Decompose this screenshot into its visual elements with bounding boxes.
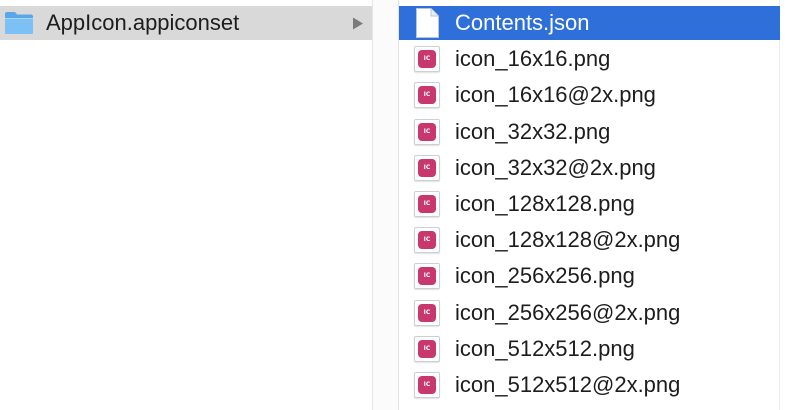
file-name: icon_16x16@2x.png — [455, 82, 656, 107]
png-image-icon: IC — [414, 372, 440, 398]
app-icon-thumbnail: IC — [418, 195, 436, 213]
png-image-icon: IC — [414, 155, 440, 181]
app-icon-thumbnail: IC — [418, 267, 436, 285]
file-row[interactable]: IC icon_512x512@2x.png — [399, 368, 780, 402]
file-name: icon_512x512.png — [455, 336, 635, 361]
file-row[interactable]: IC icon_256x256.png — [399, 259, 780, 293]
file-row[interactable]: IC icon_512x512.png — [399, 332, 780, 366]
png-image-icon: IC — [414, 46, 440, 72]
png-image-icon: IC — [414, 263, 440, 289]
app-icon-thumbnail: IC — [418, 340, 436, 358]
png-image-icon: IC — [414, 191, 440, 217]
png-image-icon: IC — [414, 336, 440, 362]
file-name: icon_32x32@2x.png — [455, 155, 656, 180]
app-icon-thumbnail: IC — [418, 159, 436, 177]
file-name: icon_512x512@2x.png — [455, 372, 681, 397]
file-row[interactable]: IC icon_32x32.png — [399, 115, 780, 149]
json-document-icon — [415, 8, 439, 38]
file-name: icon_256x256@2x.png — [455, 300, 681, 325]
contents-column: Contents.json IC icon_16x16.png IC icon_16x1… — [399, 0, 792, 410]
file-name: icon_128x128.png — [455, 191, 635, 216]
app-icon-thumbnail: IC — [418, 50, 436, 68]
column-divider — [372, 0, 373, 410]
finder-column-view: AppIcon.appiconset Contents.json IC icon_1… — [0, 0, 792, 410]
folder-name: AppIcon.appiconset — [46, 10, 240, 35]
app-icon-thumbnail: IC — [418, 123, 436, 141]
column-resize-area[interactable] — [372, 0, 400, 410]
file-name: icon_256x256.png — [455, 263, 635, 288]
scroll-track[interactable] — [779, 0, 792, 410]
app-icon-thumbnail: IC — [418, 231, 436, 249]
disclosure-triangle-icon — [352, 17, 364, 30]
file-name: Contents.json — [455, 10, 590, 35]
app-icon-thumbnail: IC — [418, 304, 436, 322]
parent-column: AppIcon.appiconset — [0, 0, 372, 410]
file-row[interactable]: IC icon_32x32@2x.png — [399, 151, 780, 185]
app-icon-thumbnail: IC — [418, 86, 436, 104]
file-row[interactable]: IC icon_16x16@2x.png — [399, 78, 780, 112]
png-image-icon: IC — [414, 227, 440, 253]
png-image-icon: IC — [414, 300, 440, 326]
file-name: icon_16x16.png — [455, 46, 611, 71]
file-name: icon_32x32.png — [455, 119, 611, 144]
png-image-icon: IC — [414, 82, 440, 108]
file-row[interactable]: IC icon_128x128@2x.png — [399, 223, 780, 257]
file-row[interactable]: IC icon_16x16.png — [399, 42, 780, 76]
file-row[interactable]: IC icon_256x256@2x.png — [399, 296, 780, 330]
file-row[interactable]: IC icon_128x128.png — [399, 187, 780, 221]
png-image-icon: IC — [414, 119, 440, 145]
app-icon-thumbnail: IC — [418, 376, 436, 394]
file-row[interactable]: Contents.json — [399, 6, 780, 40]
folder-row-appiconset[interactable]: AppIcon.appiconset — [0, 6, 372, 40]
file-name: icon_128x128@2x.png — [455, 227, 681, 252]
folder-icon — [4, 11, 34, 35]
